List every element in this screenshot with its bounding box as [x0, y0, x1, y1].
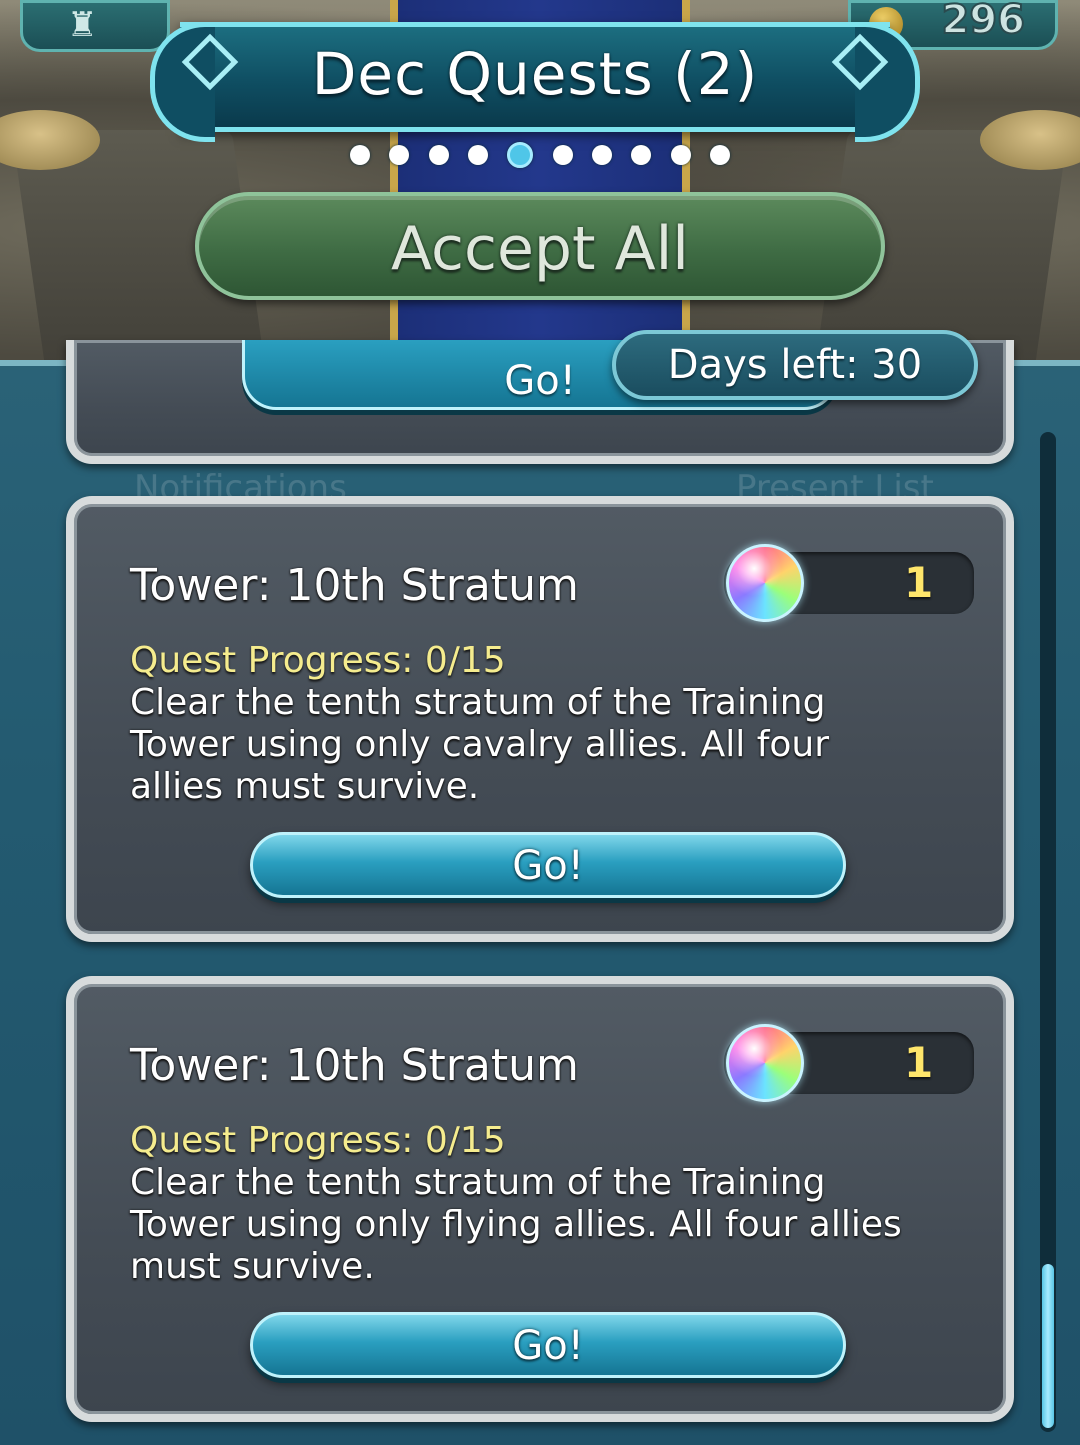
page-dot[interactable] [467, 145, 488, 165]
quest-progress: Quest Progress: 0/15 [130, 640, 506, 681]
go-button[interactable]: Go! [250, 1312, 846, 1378]
quest-progress: Quest Progress: 0/15 [130, 1120, 506, 1161]
quest-title: Tower: 10th Stratum [130, 1040, 579, 1091]
reward-count: 1 [904, 1038, 934, 1087]
page-dot-active[interactable] [507, 142, 534, 168]
go-label: Go! [504, 358, 576, 404]
quest-description: Clear the tenth stratum of the Training … [130, 1162, 902, 1287]
go-label: Go! [512, 843, 584, 889]
page-indicator [350, 142, 730, 168]
page-dot[interactable] [428, 145, 449, 165]
page-dot[interactable] [709, 145, 730, 165]
page-title: Dec Quests (2) [311, 40, 759, 108]
days-left-badge: Days left: 30 [612, 330, 978, 400]
quest-description: Clear the tenth stratum of the Training … [130, 682, 830, 807]
quest-card: Tower: 10th Stratum 1 Quest Progress: 0/… [66, 976, 1014, 1422]
go-button[interactable]: Go! [250, 832, 846, 898]
castle-icon: ♜ [67, 5, 98, 45]
page-dot[interactable] [389, 145, 410, 165]
accept-all-button[interactable]: Accept All [195, 192, 885, 300]
hud-left-button[interactable]: ♜ [20, 0, 170, 52]
reward-count: 1 [904, 558, 934, 607]
page-dot[interactable] [591, 145, 612, 165]
page-dot[interactable] [552, 145, 573, 165]
days-left-label: Days left: 30 [667, 342, 923, 388]
quest-card: Tower: 10th Stratum 1 Quest Progress: 0/… [66, 496, 1014, 942]
accept-all-label: Accept All [391, 214, 689, 284]
page-dot[interactable] [350, 145, 370, 165]
page-dot[interactable] [670, 145, 691, 165]
orb-icon [726, 1024, 804, 1102]
orb-icon [726, 544, 804, 622]
quest-title: Tower: 10th Stratum [130, 560, 579, 611]
orb-count: 296 [941, 0, 1026, 44]
scrollbar-thumb[interactable] [1042, 1264, 1054, 1428]
page-dot[interactable] [631, 145, 652, 165]
go-label: Go! [512, 1323, 584, 1369]
